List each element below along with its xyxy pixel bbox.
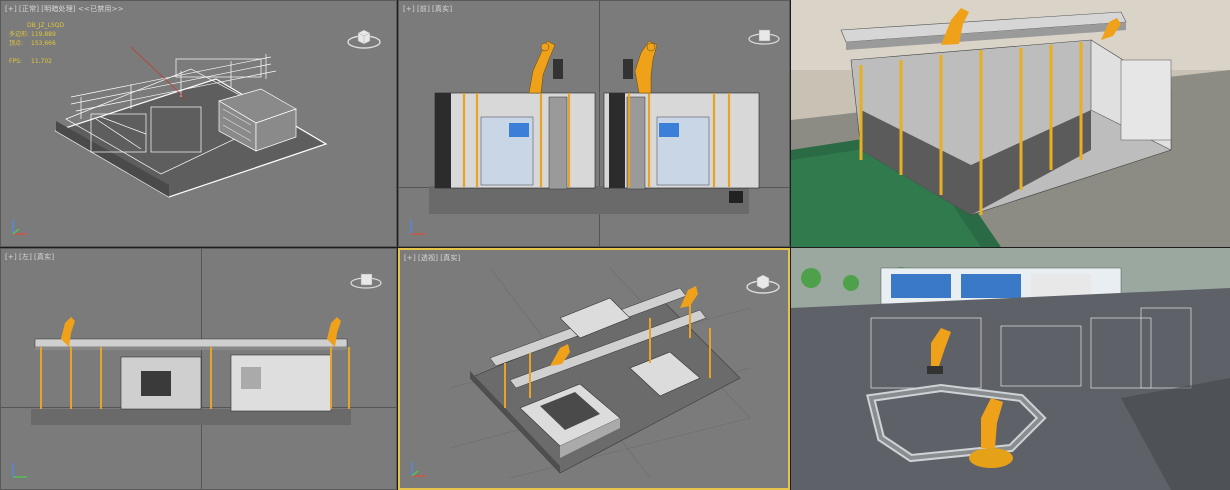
- stats-object-name: DB_JZ_LSQD: [27, 22, 65, 29]
- front-elevation-model: [429, 40, 760, 214]
- stats-polys-value: 119,889: [31, 31, 56, 38]
- viewport-perspective-wireframe[interactable]: [+] [正常] [明暗处理] <<已禁用>> DB_JZ_LSQD 多边形: 119,…: [0, 0, 397, 247]
- axis-gizmo-icon: [12, 220, 27, 235]
- wireframe-factory-model: [54, 46, 328, 198]
- stats-polys-label: 多边形:: [9, 31, 30, 38]
- stats-fps-value: 11.702: [31, 58, 52, 65]
- perspective-factory-model: [450, 268, 750, 478]
- viewcube-icon[interactable]: [347, 27, 381, 49]
- viewport-label[interactable]: [+] [透视] [真实]: [404, 253, 462, 263]
- axis-gizmo-icon: [410, 220, 425, 235]
- stats-fps-label: FPS:: [9, 58, 22, 65]
- cnc-machine-icon: [1120, 59, 1172, 141]
- stats-verts-label: 顶点:: [9, 40, 24, 47]
- render-preview-production-line: [791, 248, 1230, 490]
- viewport-left[interactable]: [+] [左] [真实]: [0, 248, 397, 490]
- viewport-label[interactable]: [+] [左] [真实]: [5, 252, 56, 262]
- render-preview-factory: [791, 0, 1230, 247]
- viewcube-icon[interactable]: [746, 272, 780, 294]
- viewport-front[interactable]: [+] [前] [真实]: [398, 0, 790, 247]
- viewport-perspective-active[interactable]: [+] [透视] [真实]: [398, 248, 790, 490]
- axis-gizmo-icon: [411, 462, 426, 477]
- viewport-label[interactable]: [+] [正常] [明暗处理] <<已禁用>>: [5, 4, 126, 14]
- left-elevation-model: [31, 317, 351, 425]
- robot-arm-icon: [623, 40, 658, 94]
- axis-gizmo-icon: [12, 463, 27, 478]
- robot-arm-icon: [528, 40, 563, 94]
- viewport-label[interactable]: [+] [前] [真实]: [403, 4, 454, 14]
- viewcube-icon[interactable]: [349, 269, 383, 291]
